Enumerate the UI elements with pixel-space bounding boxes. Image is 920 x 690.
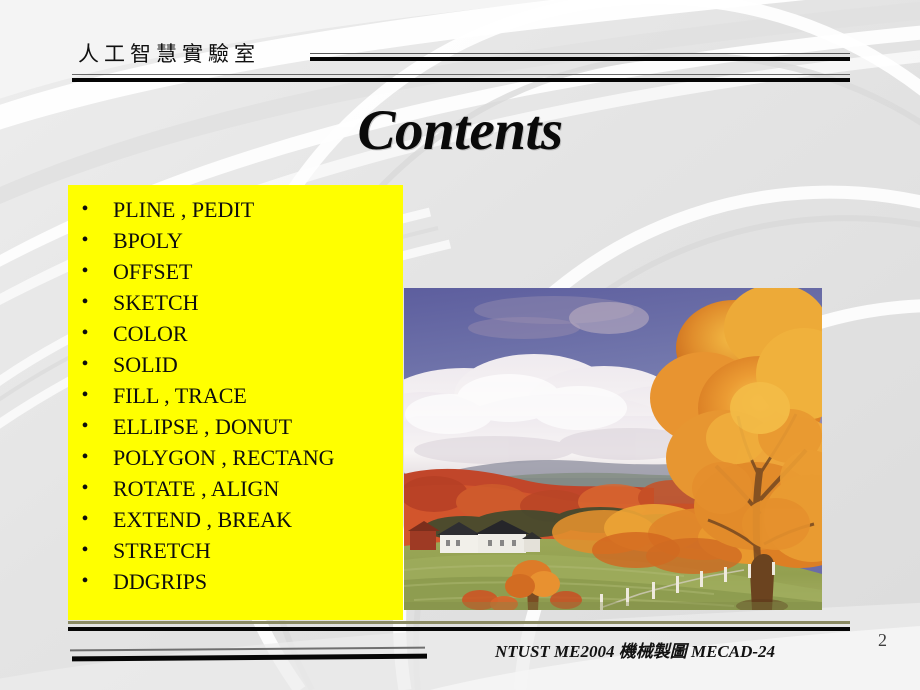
bullet-icon: • xyxy=(81,260,89,282)
bullet-icon: • xyxy=(81,384,89,406)
list-item[interactable]: • PLINE , PEDIT xyxy=(68,194,403,225)
list-item[interactable]: • SOLID xyxy=(68,349,403,380)
autumn-landscape-photo xyxy=(404,288,822,610)
contents-list: • PLINE , PEDIT • BPOLY • OFFSET • SKETC… xyxy=(68,185,403,597)
list-item-label: SOLID xyxy=(113,352,178,377)
list-item-label: DDGRIPS xyxy=(113,569,208,594)
list-item-label: STRETCH xyxy=(113,538,211,563)
bullet-icon: • xyxy=(81,570,89,592)
list-item[interactable]: • BPOLY xyxy=(68,225,403,256)
list-item-label: FILL , TRACE xyxy=(113,383,247,408)
bullet-icon: • xyxy=(81,508,89,530)
list-item[interactable]: • OFFSET xyxy=(68,256,403,287)
list-item-label: SKETCH xyxy=(113,290,199,315)
page-number: 2 xyxy=(878,630,887,650)
page-title: Contents xyxy=(357,99,563,162)
list-item-label: COLOR xyxy=(113,321,188,346)
lab-title: 人工智慧實驗室 xyxy=(78,42,260,66)
list-item[interactable]: • ELLIPSE , DONUT xyxy=(68,411,403,442)
list-item[interactable]: • FILL , TRACE xyxy=(68,380,403,411)
list-item-label: ELLIPSE , DONUT xyxy=(113,414,293,439)
list-item[interactable]: • EXTEND , BREAK xyxy=(68,504,403,535)
list-item[interactable]: • STRETCH xyxy=(68,535,403,566)
bullet-icon: • xyxy=(81,415,89,437)
slide-canvas: 人工智慧實驗室 Contents • PLINE , PEDIT • BPOLY… xyxy=(0,0,920,690)
bullet-icon: • xyxy=(81,446,89,468)
footer-rule-upper-thick xyxy=(68,627,850,631)
footer-course-label: NTUST ME2004 機械製圖 MECAD-24 xyxy=(495,642,776,661)
bullet-icon: • xyxy=(81,229,89,251)
photo-artwork xyxy=(404,288,822,610)
list-item-label: PLINE , PEDIT xyxy=(113,197,255,222)
list-item[interactable]: • DDGRIPS xyxy=(68,566,403,597)
list-item-label: ROTATE , ALIGN xyxy=(113,476,280,501)
list-item-label: EXTEND , BREAK xyxy=(113,507,293,532)
footer-rule-upper-thin xyxy=(68,621,850,624)
list-item[interactable]: • POLYGON , RECTANG xyxy=(68,442,403,473)
header-rule-lower-thick xyxy=(72,78,850,82)
contents-yellow-box: • PLINE , PEDIT • BPOLY • OFFSET • SKETC… xyxy=(68,185,403,620)
header-rule-upper-thick xyxy=(310,57,850,61)
bullet-icon: • xyxy=(81,198,89,220)
bullet-icon: • xyxy=(81,477,89,499)
bullet-icon: • xyxy=(81,291,89,313)
header-rule-lower-thin xyxy=(72,74,850,75)
header-rule-upper-thin xyxy=(310,53,850,54)
list-item-label: POLYGON , RECTANG xyxy=(113,445,335,470)
list-item-label: OFFSET xyxy=(113,259,193,284)
list-item[interactable]: • COLOR xyxy=(68,318,403,349)
bullet-icon: • xyxy=(81,322,89,344)
bullet-icon: • xyxy=(81,353,89,375)
list-item[interactable]: • ROTATE , ALIGN xyxy=(68,473,403,504)
bullet-icon: • xyxy=(81,539,89,561)
list-item-label: BPOLY xyxy=(113,228,183,253)
list-item[interactable]: • SKETCH xyxy=(68,287,403,318)
